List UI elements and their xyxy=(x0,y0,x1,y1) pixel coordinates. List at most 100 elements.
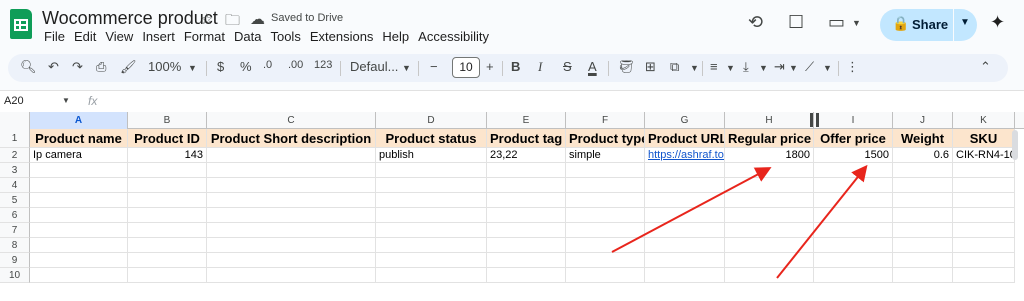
empty-cell[interactable] xyxy=(725,223,814,238)
empty-cell[interactable] xyxy=(725,253,814,268)
font-dropdown-icon[interactable]: ▼ xyxy=(402,63,411,73)
empty-cell[interactable] xyxy=(953,238,1015,253)
empty-cell[interactable] xyxy=(207,238,376,253)
column-header-d[interactable]: D xyxy=(376,112,487,129)
empty-cell[interactable] xyxy=(725,268,814,283)
column-header-j[interactable]: J xyxy=(893,112,953,129)
header-cell[interactable]: Product tag xyxy=(487,129,566,148)
row-header-10[interactable]: 10 xyxy=(0,268,30,283)
name-box-dropdown-icon[interactable]: ▼ xyxy=(62,96,70,105)
empty-cell[interactable] xyxy=(487,163,566,178)
decrease-font-size-button[interactable]: − xyxy=(430,59,438,74)
meet-dropdown-icon[interactable]: ▼ xyxy=(852,18,861,28)
version-history-icon[interactable]: ⟲ xyxy=(748,12,763,33)
header-cell[interactable]: Weight xyxy=(893,129,953,148)
empty-cell[interactable] xyxy=(128,163,207,178)
empty-cell[interactable] xyxy=(725,193,814,208)
empty-cell[interactable] xyxy=(893,238,953,253)
empty-cell[interactable] xyxy=(725,238,814,253)
strikethrough-icon[interactable]: S xyxy=(563,59,572,74)
empty-cell[interactable] xyxy=(953,193,1015,208)
column-header-e[interactable]: E xyxy=(487,112,566,129)
halign-dropdown-icon[interactable]: ▼ xyxy=(726,63,735,73)
empty-cell[interactable] xyxy=(814,163,893,178)
empty-cell[interactable] xyxy=(566,208,645,223)
currency-format-button[interactable]: $ xyxy=(217,59,224,74)
empty-cell[interactable] xyxy=(893,208,953,223)
empty-cell[interactable] xyxy=(893,253,953,268)
data-cell[interactable]: https://ashraf.tov xyxy=(645,148,725,163)
empty-cell[interactable] xyxy=(30,268,128,283)
empty-cell[interactable] xyxy=(128,223,207,238)
header-cell[interactable]: Product URL xyxy=(645,129,725,148)
empty-cell[interactable] xyxy=(487,208,566,223)
empty-cell[interactable] xyxy=(893,193,953,208)
row-header-6[interactable]: 6 xyxy=(0,208,30,223)
empty-cell[interactable] xyxy=(814,253,893,268)
comments-icon[interactable]: ☐ xyxy=(788,12,804,33)
menu-format[interactable]: Format xyxy=(184,29,225,44)
more-options-icon[interactable]: ⋮ xyxy=(846,59,859,75)
empty-cell[interactable] xyxy=(128,238,207,253)
header-cell[interactable]: Product type xyxy=(566,129,645,148)
zoom-select[interactable]: 100% xyxy=(148,59,181,74)
empty-cell[interactable] xyxy=(645,253,725,268)
gemini-sparkle-icon[interactable]: ✦ xyxy=(990,12,1005,33)
search-menus-icon[interactable]: 🔍︎ xyxy=(20,59,37,75)
empty-cell[interactable] xyxy=(645,238,725,253)
data-cell[interactable]: Ip camera xyxy=(30,148,128,163)
empty-cell[interactable] xyxy=(566,268,645,283)
menu-insert[interactable]: Insert xyxy=(142,29,175,44)
header-cell[interactable]: Product ID xyxy=(128,129,207,148)
cloud-saved-icon[interactable]: ☁ xyxy=(250,10,265,28)
empty-cell[interactable] xyxy=(893,223,953,238)
empty-cell[interactable] xyxy=(30,178,128,193)
data-cell[interactable]: 1800 xyxy=(725,148,814,163)
empty-cell[interactable] xyxy=(376,253,487,268)
more-formats-button[interactable]: 123 xyxy=(314,59,332,71)
empty-cell[interactable] xyxy=(645,268,725,283)
product-url-link[interactable]: https://ashraf.tov xyxy=(648,149,724,161)
spreadsheet-grid[interactable]: A B C D E F G H I J K 1 Product name Product ID Produc… xyxy=(0,112,1024,301)
merge-dropdown-icon[interactable]: ▼ xyxy=(690,63,699,73)
empty-cell[interactable] xyxy=(893,178,953,193)
text-rotation-icon[interactable]: ⟋ xyxy=(805,59,814,75)
empty-cell[interactable] xyxy=(128,253,207,268)
italic-button[interactable]: I xyxy=(538,59,542,75)
row-header-4[interactable]: 4 xyxy=(0,178,30,193)
header-cell[interactable]: Product status xyxy=(376,129,487,148)
star-icon[interactable]: ☆ xyxy=(200,10,213,28)
menu-edit[interactable]: Edit xyxy=(74,29,96,44)
borders-icon[interactable]: ⊞ xyxy=(645,59,656,75)
empty-cell[interactable] xyxy=(645,178,725,193)
empty-cell[interactable] xyxy=(207,268,376,283)
percent-format-button[interactable]: % xyxy=(240,59,252,74)
vertical-scrollbar[interactable] xyxy=(1012,130,1018,160)
empty-cell[interactable] xyxy=(128,193,207,208)
text-wrapping-icon[interactable]: ⇥ xyxy=(774,59,785,75)
empty-cell[interactable] xyxy=(30,238,128,253)
empty-cell[interactable] xyxy=(376,178,487,193)
empty-cell[interactable] xyxy=(645,163,725,178)
data-cell[interactable]: publish xyxy=(376,148,487,163)
empty-cell[interactable] xyxy=(814,208,893,223)
column-header-a[interactable]: A xyxy=(30,112,128,129)
empty-cell[interactable] xyxy=(376,223,487,238)
empty-cell[interactable] xyxy=(487,193,566,208)
row-header-9[interactable]: 9 xyxy=(0,253,30,268)
row-header-5[interactable]: 5 xyxy=(0,193,30,208)
menu-tools[interactable]: Tools xyxy=(270,29,300,44)
empty-cell[interactable] xyxy=(487,253,566,268)
empty-cell[interactable] xyxy=(953,208,1015,223)
empty-cell[interactable] xyxy=(814,193,893,208)
empty-cell[interactable] xyxy=(30,163,128,178)
empty-cell[interactable] xyxy=(207,223,376,238)
empty-cell[interactable] xyxy=(376,268,487,283)
decrease-decimal-button[interactable]: .0 xyxy=(263,59,272,71)
column-resize-handle[interactable] xyxy=(810,113,819,127)
row-header-2[interactable]: 2 xyxy=(0,148,30,163)
empty-cell[interactable] xyxy=(30,223,128,238)
share-button[interactable]: 🔒 Share ▼ xyxy=(880,9,977,41)
menu-help[interactable]: Help xyxy=(382,29,409,44)
data-cell[interactable] xyxy=(207,148,376,163)
